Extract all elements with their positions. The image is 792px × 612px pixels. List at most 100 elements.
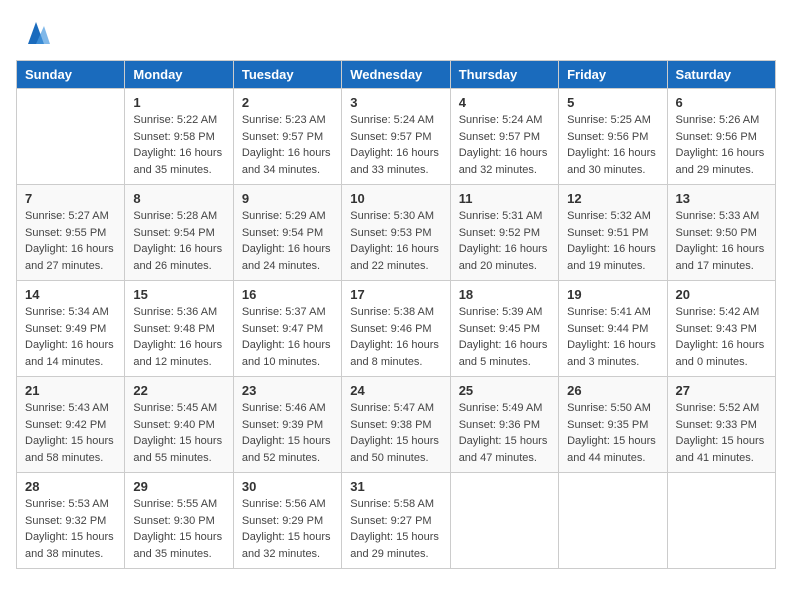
day-detail: Sunrise: 5:34 AM Sunset: 9:49 PM Dayligh… [25, 304, 116, 370]
calendar-week-2: 7 Sunrise: 5:27 AM Sunset: 9:55 PM Daylig… [17, 185, 776, 281]
calendar-cell: 4Sunrise: 5:24 AM Sunset: 9:57 PM Daylig… [450, 89, 558, 185]
day-detail: Sunrise: 5:37 AM Sunset: 9:47 PM Dayligh… [242, 304, 333, 370]
day-detail: Sunrise: 5:58 AM Sunset: 9:27 PM Dayligh… [350, 496, 441, 562]
weekday-header-tuesday: Tuesday [233, 61, 341, 89]
day-number: 11 [459, 191, 550, 206]
calendar-cell: 1 Sunrise: 5:22 AM Sunset: 9:58 PM Daylig… [125, 89, 233, 185]
day-number: 18 [459, 287, 550, 302]
calendar-cell: 12 Sunrise: 5:32 AM Sunset: 9:51 PM Dayli… [559, 185, 667, 281]
day-number: 29 [133, 479, 224, 494]
day-detail: Sunrise: 5:29 AM Sunset: 9:54 PM Dayligh… [242, 208, 333, 274]
calendar-cell: 24 Sunrise: 5:47 AM Sunset: 9:38 PM Dayli… [342, 377, 450, 473]
calendar-cell: 22Sunrise: 5:45 AM Sunset: 9:40 PM Dayli… [125, 377, 233, 473]
day-number: 30 [242, 479, 333, 494]
calendar-cell: 19 Sunrise: 5:41 AM Sunset: 9:44 PM Dayli… [559, 281, 667, 377]
day-detail: Sunrise: 5:24 AM Sunset: 9:57 PM Dayligh… [459, 112, 550, 178]
calendar-week-4: 21 Sunrise: 5:43 AM Sunset: 9:42 PM Dayli… [17, 377, 776, 473]
day-detail: Sunrise: 5:33 AM Sunset: 9:50 PM Dayligh… [676, 208, 767, 274]
day-detail: Sunrise: 5:49 AM Sunset: 9:36 PM Dayligh… [459, 400, 550, 466]
calendar-cell: 18Sunrise: 5:39 AM Sunset: 9:45 PM Dayli… [450, 281, 558, 377]
calendar-cell: 15 Sunrise: 5:36 AM Sunset: 9:48 PM Dayli… [125, 281, 233, 377]
weekday-header-monday: Monday [125, 61, 233, 89]
calendar-cell: 30 Sunrise: 5:56 AM Sunset: 9:29 PM Dayli… [233, 473, 341, 569]
calendar-cell: 7 Sunrise: 5:27 AM Sunset: 9:55 PM Daylig… [17, 185, 125, 281]
day-detail: Sunrise: 5:28 AM Sunset: 9:54 PM Dayligh… [133, 208, 224, 274]
calendar-week-5: 28Sunrise: 5:53 AM Sunset: 9:32 PM Dayli… [17, 473, 776, 569]
day-number: 7 [25, 191, 116, 206]
day-number: 12 [567, 191, 658, 206]
calendar-cell: 25 Sunrise: 5:49 AM Sunset: 9:36 PM Dayli… [450, 377, 558, 473]
calendar-header: SundayMondayTuesdayWednesdayThursdayFrid… [17, 61, 776, 89]
day-number: 17 [350, 287, 441, 302]
day-number: 20 [676, 287, 767, 302]
day-number: 21 [25, 383, 116, 398]
day-detail: Sunrise: 5:56 AM Sunset: 9:29 PM Dayligh… [242, 496, 333, 562]
calendar-cell [559, 473, 667, 569]
day-number: 10 [350, 191, 441, 206]
day-number: 24 [350, 383, 441, 398]
calendar-cell: 26Sunrise: 5:50 AM Sunset: 9:35 PM Dayli… [559, 377, 667, 473]
day-number: 13 [676, 191, 767, 206]
day-number: 2 [242, 95, 333, 110]
calendar-cell: 6 Sunrise: 5:26 AM Sunset: 9:56 PM Daylig… [667, 89, 775, 185]
calendar-cell: 27Sunrise: 5:52 AM Sunset: 9:33 PM Dayli… [667, 377, 775, 473]
day-detail: Sunrise: 5:36 AM Sunset: 9:48 PM Dayligh… [133, 304, 224, 370]
day-detail: Sunrise: 5:31 AM Sunset: 9:52 PM Dayligh… [459, 208, 550, 274]
day-detail: Sunrise: 5:23 AM Sunset: 9:57 PM Dayligh… [242, 112, 333, 178]
calendar-cell: 21 Sunrise: 5:43 AM Sunset: 9:42 PM Dayli… [17, 377, 125, 473]
day-detail: Sunrise: 5:45 AM Sunset: 9:40 PM Dayligh… [133, 400, 224, 466]
day-detail: Sunrise: 5:41 AM Sunset: 9:44 PM Dayligh… [567, 304, 658, 370]
day-detail: Sunrise: 5:24 AM Sunset: 9:57 PM Dayligh… [350, 112, 441, 178]
day-number: 19 [567, 287, 658, 302]
day-number: 9 [242, 191, 333, 206]
calendar-week-1: 1 Sunrise: 5:22 AM Sunset: 9:58 PM Daylig… [17, 89, 776, 185]
calendar-table: SundayMondayTuesdayWednesdayThursdayFrid… [16, 60, 776, 569]
day-number: 1 [133, 95, 224, 110]
weekday-header-friday: Friday [559, 61, 667, 89]
calendar-cell: 29Sunrise: 5:55 AM Sunset: 9:30 PM Dayli… [125, 473, 233, 569]
day-detail: Sunrise: 5:53 AM Sunset: 9:32 PM Dayligh… [25, 496, 116, 562]
calendar-cell: 31 Sunrise: 5:58 AM Sunset: 9:27 PM Dayli… [342, 473, 450, 569]
calendar-cell [17, 89, 125, 185]
day-number: 15 [133, 287, 224, 302]
day-detail: Sunrise: 5:32 AM Sunset: 9:51 PM Dayligh… [567, 208, 658, 274]
day-number: 3 [350, 95, 441, 110]
day-number: 31 [350, 479, 441, 494]
calendar-cell [450, 473, 558, 569]
calendar-cell: 20 Sunrise: 5:42 AM Sunset: 9:43 PM Dayli… [667, 281, 775, 377]
day-detail: Sunrise: 5:30 AM Sunset: 9:53 PM Dayligh… [350, 208, 441, 274]
day-number: 26 [567, 383, 658, 398]
weekday-header-sunday: Sunday [17, 61, 125, 89]
calendar-cell: 8 Sunrise: 5:28 AM Sunset: 9:54 PM Daylig… [125, 185, 233, 281]
weekday-header-row: SundayMondayTuesdayWednesdayThursdayFrid… [17, 61, 776, 89]
calendar-cell: 23 Sunrise: 5:46 AM Sunset: 9:39 PM Dayli… [233, 377, 341, 473]
calendar-cell: 13 Sunrise: 5:33 AM Sunset: 9:50 PM Dayli… [667, 185, 775, 281]
calendar-cell: 14 Sunrise: 5:34 AM Sunset: 9:49 PM Dayli… [17, 281, 125, 377]
day-number: 5 [567, 95, 658, 110]
calendar-week-3: 14 Sunrise: 5:34 AM Sunset: 9:49 PM Dayli… [17, 281, 776, 377]
logo-icon [20, 16, 52, 48]
day-number: 16 [242, 287, 333, 302]
day-detail: Sunrise: 5:42 AM Sunset: 9:43 PM Dayligh… [676, 304, 767, 370]
calendar-cell: 10 Sunrise: 5:30 AM Sunset: 9:53 PM Dayli… [342, 185, 450, 281]
calendar-cell: 9 Sunrise: 5:29 AM Sunset: 9:54 PM Daylig… [233, 185, 341, 281]
weekday-header-wednesday: Wednesday [342, 61, 450, 89]
day-detail: Sunrise: 5:27 AM Sunset: 9:55 PM Dayligh… [25, 208, 116, 274]
day-number: 14 [25, 287, 116, 302]
day-number: 6 [676, 95, 767, 110]
day-number: 23 [242, 383, 333, 398]
day-detail: Sunrise: 5:22 AM Sunset: 9:58 PM Dayligh… [133, 112, 224, 178]
calendar-cell: 5 Sunrise: 5:25 AM Sunset: 9:56 PM Daylig… [559, 89, 667, 185]
day-detail: Sunrise: 5:43 AM Sunset: 9:42 PM Dayligh… [25, 400, 116, 466]
day-detail: Sunrise: 5:47 AM Sunset: 9:38 PM Dayligh… [350, 400, 441, 466]
day-detail: Sunrise: 5:25 AM Sunset: 9:56 PM Dayligh… [567, 112, 658, 178]
day-detail: Sunrise: 5:46 AM Sunset: 9:39 PM Dayligh… [242, 400, 333, 466]
calendar-cell: 28Sunrise: 5:53 AM Sunset: 9:32 PM Dayli… [17, 473, 125, 569]
day-detail: Sunrise: 5:52 AM Sunset: 9:33 PM Dayligh… [676, 400, 767, 466]
day-number: 8 [133, 191, 224, 206]
calendar-cell: 11 Sunrise: 5:31 AM Sunset: 9:52 PM Dayli… [450, 185, 558, 281]
calendar-cell: 3 Sunrise: 5:24 AM Sunset: 9:57 PM Daylig… [342, 89, 450, 185]
day-number: 25 [459, 383, 550, 398]
day-detail: Sunrise: 5:26 AM Sunset: 9:56 PM Dayligh… [676, 112, 767, 178]
calendar-cell: 16 Sunrise: 5:37 AM Sunset: 9:47 PM Dayli… [233, 281, 341, 377]
